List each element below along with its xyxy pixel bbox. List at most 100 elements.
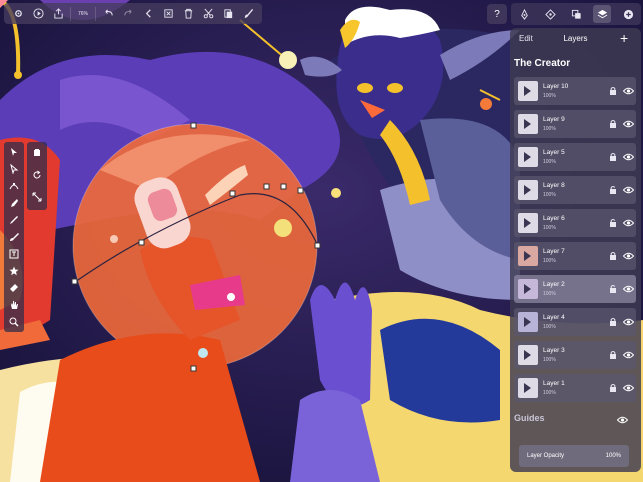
eye-icon[interactable]: [623, 384, 634, 392]
layer-name: Layer 4: [543, 314, 565, 321]
layer-name: Layer 8: [543, 182, 565, 189]
layer-thumbnail: [518, 81, 538, 101]
select-arrow-icon[interactable]: [6, 144, 22, 160]
add-circle-icon[interactable]: [619, 5, 637, 23]
layer-opacity: 100%: [543, 159, 556, 165]
guides-label: Guides: [514, 413, 545, 423]
help-label: ?: [494, 8, 500, 20]
layers-panel: Edit Layers + The Creator Layer 10 100% …: [510, 28, 641, 472]
layer-name: Layer 7: [543, 248, 565, 255]
transform-icon[interactable]: [29, 145, 45, 161]
pencil-icon[interactable]: [6, 212, 22, 228]
chevron-left-icon[interactable]: [138, 3, 158, 24]
eye-icon[interactable]: [623, 318, 634, 326]
zoom-level: 76%: [77, 10, 88, 17]
eye-icon[interactable]: [623, 87, 634, 95]
eye-icon[interactable]: [623, 186, 634, 194]
layer-opacity: 100%: [543, 258, 556, 264]
layer-name: Layer 2: [543, 281, 565, 288]
scale-icon[interactable]: [29, 189, 45, 205]
layer-row[interactable]: Layer 9 100%: [514, 110, 636, 138]
layer-row[interactable]: Layer 7 100%: [514, 242, 636, 270]
layers-square-icon[interactable]: [567, 5, 585, 23]
layer-opacity: 100%: [543, 93, 556, 99]
star-icon[interactable]: [6, 263, 22, 279]
play-icon[interactable]: [28, 3, 48, 24]
layer-opacity: 100%: [543, 126, 556, 132]
inspector-tabs: [511, 3, 641, 25]
layer-thumbnail: [518, 246, 538, 266]
transform-icon[interactable]: [541, 5, 559, 23]
eye-icon[interactable]: [623, 351, 634, 359]
brush-icon[interactable]: [238, 3, 258, 24]
add-layer-button[interactable]: +: [620, 30, 628, 46]
zoom-icon[interactable]: [6, 314, 22, 330]
node-tool-icon[interactable]: [6, 178, 22, 194]
unlock-icon[interactable]: [609, 185, 617, 195]
layer-row[interactable]: Layer 6 100%: [514, 209, 636, 237]
stack-icon[interactable]: [593, 5, 611, 23]
layer-thumbnail: [518, 345, 538, 365]
eye-icon[interactable]: [623, 153, 634, 161]
trash-icon[interactable]: [178, 3, 198, 24]
scissors-icon[interactable]: [198, 3, 218, 24]
hand-icon[interactable]: [6, 297, 22, 313]
pen-tool-icon[interactable]: [6, 195, 22, 211]
redo-icon[interactable]: [118, 3, 138, 24]
transform-palette: [27, 142, 47, 210]
document-title: The Creator: [514, 58, 571, 69]
layer-opacity: 100%: [543, 357, 556, 363]
layer-thumbnail: [518, 378, 538, 398]
layer-row[interactable]: Layer 1 100%: [514, 374, 636, 402]
pen-icon[interactable]: [515, 5, 533, 23]
undo-icon[interactable]: [98, 3, 118, 24]
layer-opacity: 100%: [543, 390, 556, 396]
lock-icon[interactable]: [609, 119, 617, 129]
layer-row[interactable]: Layer 3 100%: [514, 341, 636, 369]
unlock-icon[interactable]: [609, 218, 617, 228]
layer-name: Layer 1: [543, 380, 565, 387]
main-toolbar: 76%: [4, 3, 262, 24]
layer-opacity: 100%: [543, 192, 556, 198]
lock-icon[interactable]: [609, 350, 617, 360]
zoom-level-button[interactable]: 76%: [73, 3, 93, 24]
tools-palette: [4, 142, 24, 332]
layer-row[interactable]: Layer 10 100%: [514, 77, 636, 105]
gear-icon[interactable]: [8, 3, 28, 24]
unlock-icon[interactable]: [609, 284, 617, 294]
eye-icon[interactable]: [623, 219, 634, 227]
rotate-icon[interactable]: [29, 167, 45, 183]
lock-icon[interactable]: [609, 86, 617, 96]
layer-row[interactable]: Layer 5 100%: [514, 143, 636, 171]
layer-thumbnail: [518, 180, 538, 200]
direct-select-icon[interactable]: [6, 161, 22, 177]
layer-thumbnail: [518, 312, 538, 332]
lock-icon[interactable]: [609, 152, 617, 162]
delete-icon[interactable]: [158, 3, 178, 24]
lock-icon[interactable]: [609, 251, 617, 261]
paste-icon[interactable]: [218, 3, 238, 24]
text-icon[interactable]: [6, 246, 22, 262]
layer-thumbnail: [518, 279, 538, 299]
brush-icon[interactable]: [6, 229, 22, 245]
eye-icon[interactable]: [623, 252, 634, 260]
layer-thumbnail: [518, 147, 538, 167]
share-icon[interactable]: [48, 3, 68, 24]
layer-opacity-label: Layer Opacity: [527, 453, 565, 459]
layer-row-selected[interactable]: Layer 2 100%: [514, 275, 636, 303]
layer-opacity-slider[interactable]: Layer Opacity 100%: [519, 445, 629, 467]
eye-icon[interactable]: [617, 416, 628, 424]
layer-row[interactable]: Layer 4 100%: [514, 308, 636, 336]
layer-name: Layer 3: [543, 347, 565, 354]
toolbar-divider: [95, 6, 96, 21]
layer-row[interactable]: Layer 8 100%: [514, 176, 636, 204]
layer-opacity: 100%: [543, 324, 556, 330]
help-button[interactable]: ?: [487, 4, 507, 24]
lock-icon[interactable]: [609, 383, 617, 393]
eye-icon[interactable]: [623, 120, 634, 128]
layer-thumbnail: [518, 213, 538, 233]
lock-icon[interactable]: [609, 317, 617, 327]
eye-icon[interactable]: [623, 285, 634, 293]
eraser-icon[interactable]: [6, 280, 22, 296]
layer-name: Layer 9: [543, 116, 565, 123]
